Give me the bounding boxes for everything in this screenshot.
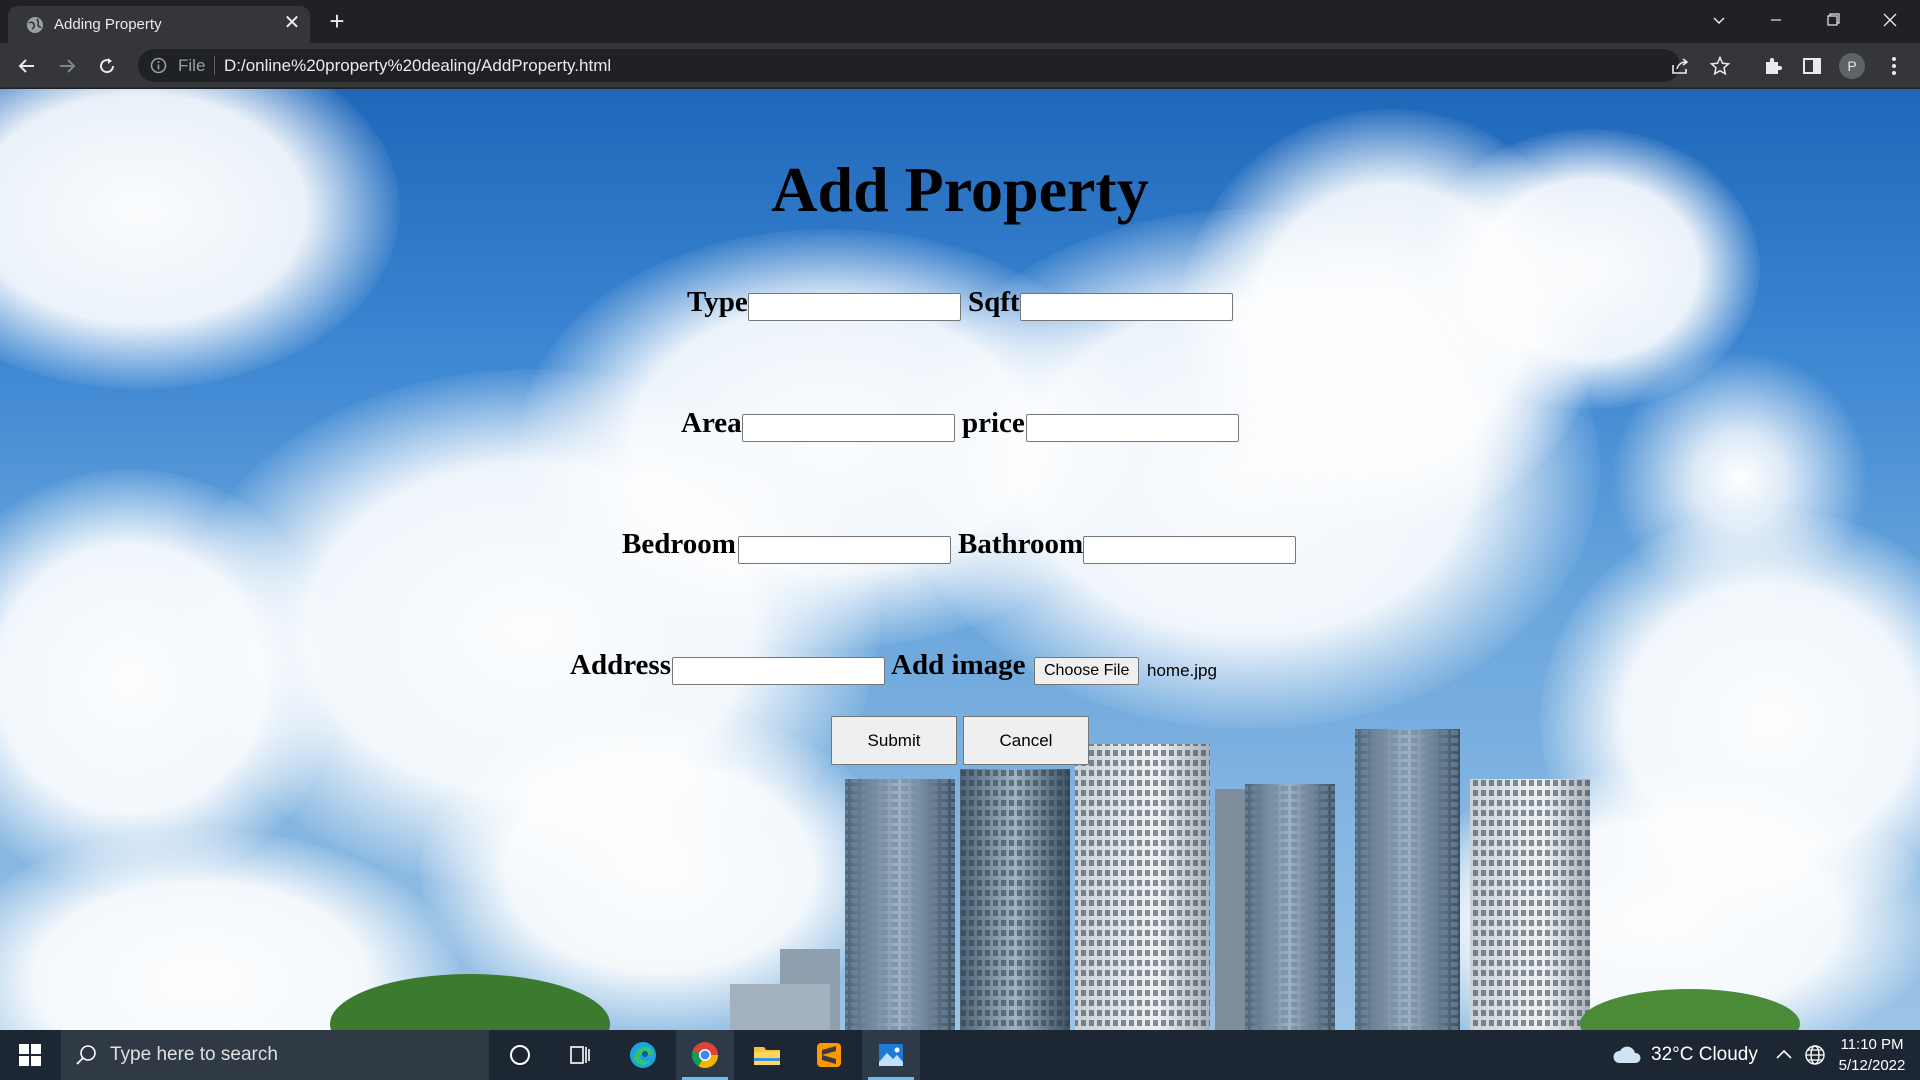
chevron-down-icon — [1713, 17, 1725, 25]
forward-button[interactable] — [52, 51, 82, 81]
back-button[interactable] — [12, 51, 42, 81]
side-panel-icon[interactable] — [1800, 54, 1824, 78]
cancel-button[interactable]: Cancel — [963, 716, 1089, 765]
bedroom-input[interactable] — [738, 536, 951, 564]
type-input[interactable] — [748, 293, 961, 321]
photos-icon — [879, 1044, 903, 1066]
selected-file-name: home.jpg — [1147, 661, 1217, 680]
url-separator — [214, 56, 215, 75]
start-button[interactable] — [0, 1030, 60, 1080]
profile-avatar[interactable]: P — [1839, 53, 1865, 79]
sublime-text-icon — [817, 1043, 841, 1067]
globe-icon — [27, 17, 43, 33]
weather-cloud-icon[interactable] — [1612, 1043, 1642, 1067]
windows-logo-icon — [19, 1044, 41, 1066]
sqft-label: Sqft — [968, 286, 1020, 318]
area-input[interactable] — [742, 414, 955, 442]
windows-taskbar: Type here to search 32°C Cloudy 11:10 PM… — [0, 1030, 1920, 1080]
cortana-circle-icon — [510, 1045, 530, 1065]
weather-text[interactable]: 32°C Cloudy — [1651, 1044, 1758, 1066]
address-label: Address — [570, 649, 671, 681]
restore-button[interactable] — [1810, 0, 1856, 40]
clock-date: 5/12/2022 — [1838, 1057, 1906, 1074]
bookmark-star-icon[interactable] — [1709, 55, 1731, 77]
price-input[interactable] — [1026, 414, 1239, 442]
url-scheme: File — [178, 56, 206, 75]
add-image-label: Add image — [891, 649, 1026, 681]
page-title: Add Property — [771, 154, 1149, 225]
address-bar[interactable]: File D:/online%20property%20dealing/AddP… — [138, 49, 1731, 82]
url-text[interactable]: D:/online%20property%20dealing/AddProper… — [224, 56, 611, 76]
more-menu-icon[interactable] — [1882, 54, 1906, 78]
extensions-puzzle-icon[interactable] — [1761, 54, 1785, 78]
taskbar-edge[interactable] — [614, 1030, 672, 1080]
taskbar-file-explorer[interactable] — [738, 1030, 796, 1080]
tab-search-button[interactable] — [1696, 0, 1742, 40]
taskbar-photos[interactable] — [862, 1030, 920, 1080]
browser-tab-strip: Adding Property ✕ + — [0, 0, 1920, 43]
reload-button[interactable] — [92, 51, 122, 81]
browser-tab[interactable]: Adding Property ✕ — [8, 6, 310, 43]
bedroom-label: Bedroom — [622, 528, 736, 560]
network-globe-icon[interactable] — [1803, 1043, 1827, 1067]
chevron-up-icon[interactable] — [1772, 1043, 1796, 1067]
price-label: price — [962, 407, 1025, 439]
cortana-button[interactable] — [491, 1030, 549, 1080]
folder-icon — [754, 1047, 780, 1065]
reload-icon — [100, 58, 115, 74]
tab-title: Adding Property — [54, 16, 162, 33]
page-viewport: Add Property Type Sqft Area price Bedroo… — [0, 89, 1920, 1030]
bathroom-input[interactable] — [1083, 536, 1296, 564]
taskbar-chrome[interactable] — [676, 1030, 734, 1080]
arrow-right-icon — [60, 59, 76, 73]
clock-time: 11:10 PM — [1840, 1036, 1904, 1053]
task-view-icon — [570, 1046, 590, 1064]
arrow-left-icon — [18, 59, 34, 73]
info-icon[interactable] — [150, 57, 167, 74]
edge-browser-icon — [630, 1042, 656, 1068]
new-tab-button[interactable]: + — [322, 7, 352, 37]
close-icon — [1883, 13, 1897, 27]
taskbar-search-box[interactable]: Type here to search — [61, 1030, 489, 1080]
bathroom-label: Bathroom — [958, 528, 1084, 560]
taskbar-sublime-text[interactable] — [800, 1030, 858, 1080]
close-window-button[interactable] — [1867, 0, 1913, 40]
sqft-input[interactable] — [1020, 293, 1233, 321]
area-label: Area — [681, 407, 742, 439]
minimize-button[interactable] — [1753, 0, 1799, 40]
search-placeholder: Type here to search — [110, 1044, 278, 1065]
restore-icon — [1826, 13, 1840, 26]
search-icon — [76, 1045, 96, 1065]
chrome-browser-icon — [691, 1042, 719, 1069]
choose-file-button[interactable]: Choose File — [1034, 657, 1140, 685]
address-input[interactable] — [672, 657, 885, 685]
system-clock[interactable]: 11:10 PM 5/12/2022 — [1830, 1034, 1914, 1076]
task-view-button[interactable] — [551, 1030, 609, 1080]
browser-toolbar: File D:/online%20property%20dealing/AddP… — [0, 43, 1920, 88]
submit-button[interactable]: Submit — [831, 716, 957, 765]
close-tab-icon[interactable]: ✕ — [280, 11, 304, 35]
minimize-icon — [1771, 19, 1781, 21]
share-icon[interactable] — [1669, 55, 1691, 77]
type-label: Type — [687, 286, 748, 318]
